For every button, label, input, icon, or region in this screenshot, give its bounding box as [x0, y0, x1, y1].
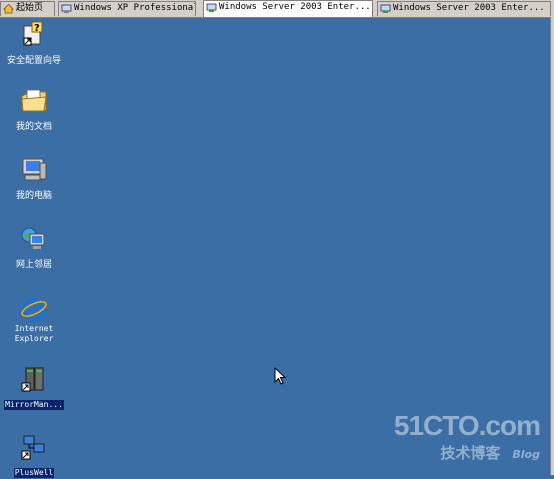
- icon-label: MirrorMan...: [4, 400, 64, 410]
- mirrorman-server-icon: [21, 367, 44, 392]
- mouse-cursor-icon: [274, 367, 286, 385]
- watermark-blog: Blog: [512, 448, 540, 461]
- tab-windows-server-2003-active[interactable]: Windows Server 2003 Enter...: [203, 0, 373, 17]
- pluswell-network-icon: [21, 435, 45, 460]
- watermark: 51CTO.com 技术博客 Blog: [393, 410, 541, 463]
- desktop-icon-network-places[interactable]: 网上邻居: [0, 226, 70, 271]
- tab-label: Windows Server 2003 Enter...: [219, 2, 371, 12]
- desktop-icon-my-documents[interactable]: 我的文档: [0, 88, 70, 133]
- watermark-subtitle: 技术博客: [440, 444, 501, 462]
- desktop-icon-security-wizard[interactable]: ? 安全配置向导: [0, 20, 70, 67]
- vm-icon: [61, 4, 72, 13]
- security-wizard-icon: ?: [23, 21, 43, 46]
- icon-label: PlusWell: [13, 468, 55, 478]
- scrollbar[interactable]: [550, 17, 554, 475]
- tab-start-page[interactable]: 起始页: [0, 1, 55, 16]
- tab-label: Windows XP Professional: [74, 3, 196, 13]
- icon-label: 我的文档: [15, 122, 52, 132]
- icon-label: 网上邻居: [15, 260, 52, 270]
- icon-label: 安全配置向导: [6, 56, 61, 66]
- my-documents-icon: [21, 89, 47, 112]
- icon-label: 我的电脑: [15, 191, 52, 201]
- desktop-icon-my-computer[interactable]: 我的电脑: [0, 157, 70, 202]
- tab-label: 起始页: [16, 3, 44, 13]
- tab-windows-server-2003[interactable]: Windows Server 2003 Enter...: [377, 1, 551, 16]
- desktop-icon-internet-explorer[interactable]: Internet Explorer: [0, 296, 70, 345]
- desktop-icon-pluswell[interactable]: PlusWell: [0, 434, 70, 479]
- desktop-icon-mirrorman[interactable]: MirrorMan...: [0, 366, 70, 411]
- tab-bar: 起始页 Windows XP Professional Windows Serv…: [0, 0, 554, 18]
- my-computer-icon: [22, 158, 47, 181]
- svg-text:?: ?: [34, 23, 40, 34]
- watermark-logo: 51CTO.com: [393, 410, 541, 441]
- icon-label: Internet Explorer: [14, 324, 54, 343]
- vm-icon: [380, 4, 391, 13]
- vm-icon: [206, 3, 217, 12]
- home-icon: [3, 3, 14, 14]
- tab-windows-xp[interactable]: Windows XP Professional: [58, 1, 196, 16]
- internet-explorer-icon: [21, 298, 47, 322]
- tab-label: Windows Server 2003 Enter...: [393, 3, 545, 13]
- network-places-icon: [21, 227, 45, 249]
